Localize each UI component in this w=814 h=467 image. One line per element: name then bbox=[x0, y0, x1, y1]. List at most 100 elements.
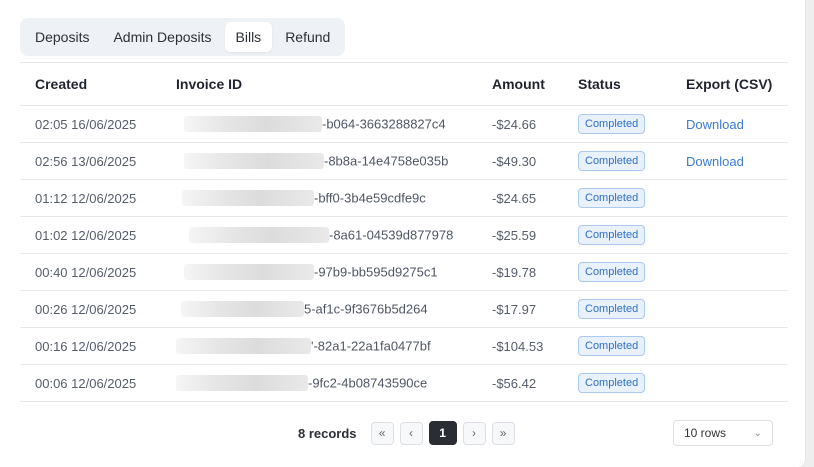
tab-deposits[interactable]: Deposits bbox=[24, 22, 100, 52]
invoice-id-text: 5-af1c-9f3676b5d264 bbox=[304, 301, 428, 317]
header-status[interactable]: Status bbox=[563, 63, 671, 105]
invoice-id-text: -8b8a-14e4758e035b bbox=[324, 153, 449, 169]
status-badge: Completed bbox=[578, 225, 646, 245]
redacted-blur bbox=[189, 227, 329, 243]
cell-amount: -$17.97 bbox=[492, 301, 537, 317]
status-badge: Completed bbox=[578, 262, 646, 282]
invoice-id-text: -bff0-3b4e59cdfe9c bbox=[314, 190, 426, 206]
tab-bills[interactable]: Bills bbox=[224, 22, 273, 52]
rows-per-page-value: 10 rows bbox=[684, 426, 727, 440]
tab-refund[interactable]: Refund bbox=[274, 22, 341, 52]
header-invoice-id[interactable]: Invoice ID bbox=[161, 63, 477, 105]
cell-invoice-id: 5-af1c-9f3676b5d264 bbox=[161, 291, 477, 327]
cell-export bbox=[671, 291, 788, 327]
cell-created: 01:02 12/06/2025 bbox=[35, 227, 137, 243]
cell-invoice-id: -97b9-bb595d9275c1 bbox=[161, 254, 477, 290]
first-page-button[interactable]: « bbox=[370, 421, 394, 445]
double-chevron-right-icon: » bbox=[499, 426, 507, 440]
double-chevron-left-icon: « bbox=[378, 426, 386, 440]
chevron-right-icon: › bbox=[472, 426, 477, 440]
cell-export: Download bbox=[671, 106, 788, 142]
next-page-button[interactable]: › bbox=[462, 421, 486, 445]
table-row: 00:40 12/06/2025 -97b9-bb595d9275c1 -$19.7… bbox=[20, 254, 788, 291]
redacted-blur bbox=[182, 190, 314, 206]
tab-admin-deposits[interactable]: Admin Deposits bbox=[102, 22, 222, 52]
cell-created: 00:26 12/06/2025 bbox=[35, 301, 137, 317]
cell-amount: -$24.65 bbox=[492, 190, 537, 206]
cell-amount: -$19.78 bbox=[492, 264, 537, 280]
cell-status: Completed bbox=[563, 106, 671, 142]
download-link[interactable]: Download bbox=[686, 154, 744, 169]
redacted-blur bbox=[176, 338, 311, 354]
cell-status: Completed bbox=[563, 217, 671, 253]
redacted-blur bbox=[176, 375, 308, 391]
cell-status: Completed bbox=[563, 291, 671, 327]
cell-status: Completed bbox=[563, 180, 671, 216]
cell-export: Download bbox=[671, 143, 788, 179]
invoice-id-text: '-82a1-22a1fa0477bf bbox=[311, 338, 431, 354]
status-badge: Completed bbox=[578, 188, 646, 208]
download-link[interactable]: Download bbox=[686, 117, 744, 132]
cell-status: Completed bbox=[563, 328, 671, 364]
chevron-left-icon: ‹ bbox=[409, 426, 414, 440]
cell-invoice-id: -b064-3663288827c4 bbox=[161, 106, 477, 142]
cell-created: 00:16 12/06/2025 bbox=[35, 338, 137, 354]
cell-status: Completed bbox=[563, 143, 671, 179]
header-created[interactable]: Created bbox=[20, 63, 161, 105]
redacted-blur bbox=[181, 301, 304, 317]
cell-created: 01:12 12/06/2025 bbox=[35, 190, 137, 206]
chevron-down-icon: ⌄ bbox=[753, 427, 762, 439]
redacted-blur bbox=[184, 264, 314, 280]
last-page-button[interactable]: » bbox=[491, 421, 515, 445]
bills-card: Deposits Admin Deposits Bills Refund Cre… bbox=[0, 0, 806, 467]
cell-amount: -$104.53 bbox=[492, 338, 544, 354]
table-row: 01:02 12/06/2025 -8a61-04539d877978 -$25.5… bbox=[20, 217, 788, 254]
cell-export bbox=[671, 254, 788, 290]
table-row: 00:26 12/06/2025 5-af1c-9f3676b5d264 -$17.… bbox=[20, 291, 788, 328]
header-amount[interactable]: Amount bbox=[477, 63, 563, 105]
table-row: 00:06 12/06/2025 -9fc2-4b08743590ce -$56.4… bbox=[20, 365, 788, 402]
cell-amount: -$49.30 bbox=[492, 153, 537, 169]
current-page-button[interactable]: 1 bbox=[428, 421, 457, 445]
status-badge: Completed bbox=[578, 373, 646, 393]
tab-bar: Deposits Admin Deposits Bills Refund bbox=[20, 18, 346, 56]
rows-per-page-select[interactable]: 10 rows ⌄ bbox=[673, 420, 773, 446]
cell-status: Completed bbox=[563, 254, 671, 290]
cell-export bbox=[671, 328, 788, 364]
table-body: 02:05 16/06/2025 -b064-3663288827c4 -$24.6… bbox=[20, 106, 788, 402]
redacted-blur bbox=[184, 153, 324, 169]
status-badge: Completed bbox=[578, 299, 646, 319]
cell-export bbox=[671, 217, 788, 253]
prev-page-button[interactable]: ‹ bbox=[399, 421, 423, 445]
invoice-id-text: -b064-3663288827c4 bbox=[322, 116, 446, 132]
cell-created: 00:06 12/06/2025 bbox=[35, 375, 137, 391]
table-row: 02:05 16/06/2025 -b064-3663288827c4 -$24.6… bbox=[20, 106, 788, 143]
table-row: 01:12 12/06/2025 -bff0-3b4e59cdfe9c -$24.6… bbox=[20, 180, 788, 217]
invoice-id-text: -9fc2-4b08743590ce bbox=[308, 375, 428, 391]
status-badge: Completed bbox=[578, 114, 646, 134]
cell-amount: -$25.59 bbox=[492, 227, 537, 243]
status-badge: Completed bbox=[578, 336, 646, 356]
cell-invoice-id: '-82a1-22a1fa0477bf bbox=[161, 328, 477, 364]
cell-invoice-id: -9fc2-4b08743590ce bbox=[161, 365, 477, 401]
table-row: 02:56 13/06/2025 -8b8a-14e4758e035b -$49.3… bbox=[20, 143, 788, 180]
cell-created: 02:56 13/06/2025 bbox=[35, 153, 137, 169]
cell-export bbox=[671, 365, 788, 401]
cell-export bbox=[671, 180, 788, 216]
pagination: 8 records « ‹ 1 › » bbox=[298, 420, 515, 446]
cell-amount: -$24.66 bbox=[492, 116, 537, 132]
cell-invoice-id: -8a61-04539d877978 bbox=[161, 217, 477, 253]
status-badge: Completed bbox=[578, 151, 646, 171]
bills-table: Created Invoice ID Amount Status Export … bbox=[20, 62, 788, 402]
redacted-blur bbox=[184, 116, 322, 132]
invoice-id-text: -97b9-bb595d9275c1 bbox=[314, 264, 438, 280]
header-export-csv: Export (CSV) bbox=[686, 76, 773, 92]
cell-invoice-id: -8b8a-14e4758e035b bbox=[161, 143, 477, 179]
table-row: 00:16 12/06/2025 '-82a1-22a1fa0477bf -$104… bbox=[20, 328, 788, 365]
table-header: Created Invoice ID Amount Status Export … bbox=[20, 63, 788, 106]
cell-status: Completed bbox=[563, 365, 671, 401]
cell-amount: -$56.42 bbox=[492, 375, 537, 391]
records-count: 8 records bbox=[298, 425, 357, 441]
cell-created: 00:40 12/06/2025 bbox=[35, 264, 137, 280]
cell-created: 02:05 16/06/2025 bbox=[35, 116, 137, 132]
